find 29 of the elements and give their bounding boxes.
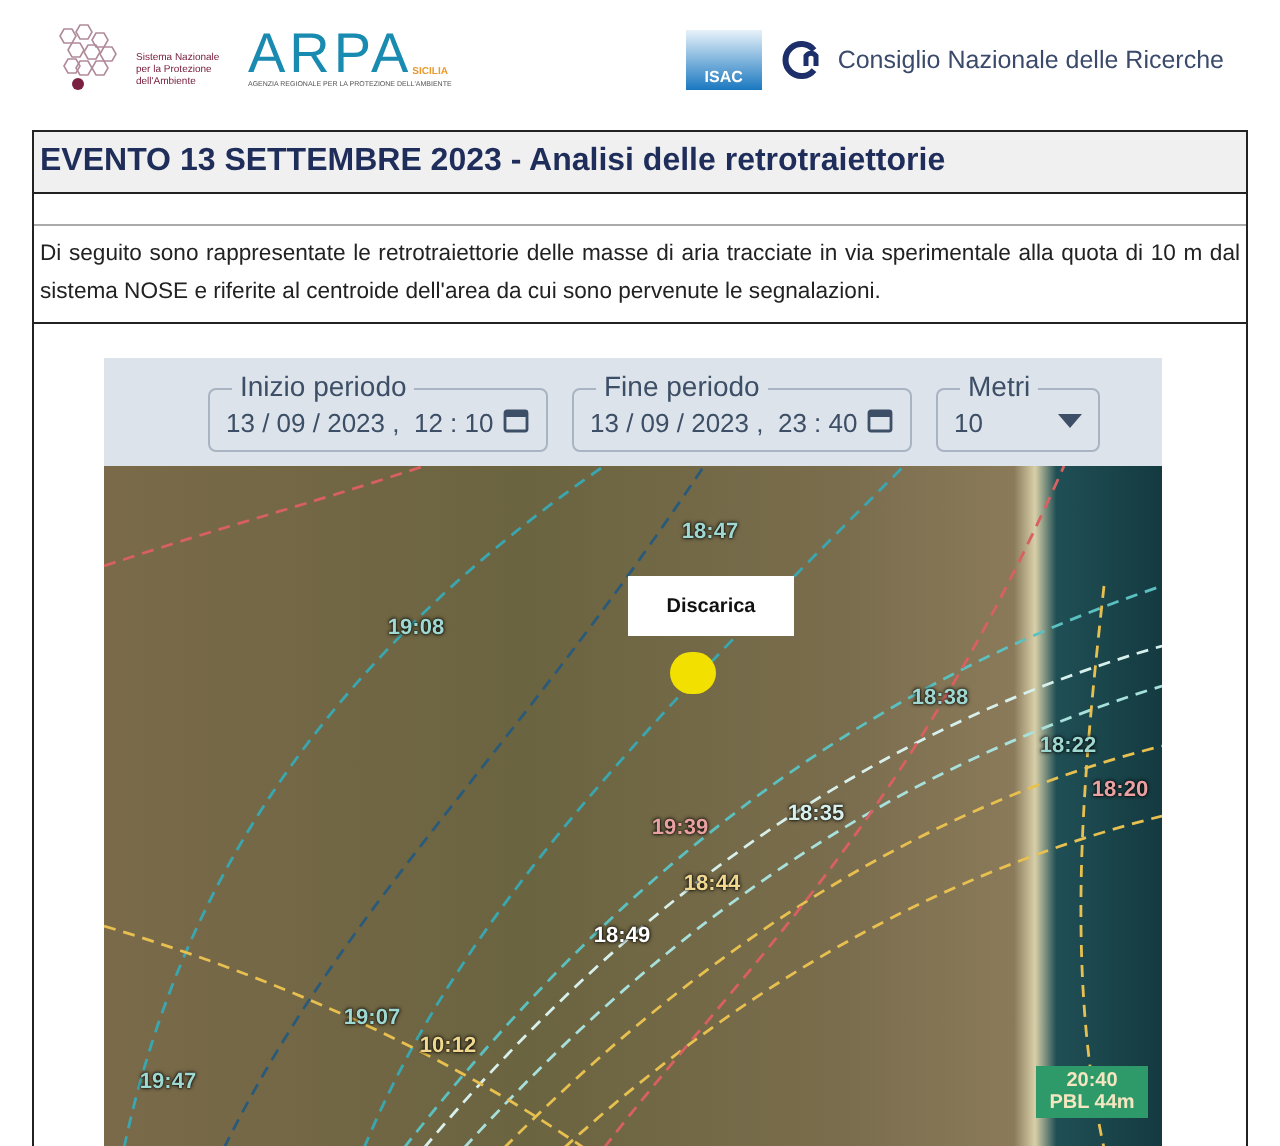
arpa-logo-text: ARPA <box>248 28 413 81</box>
time-label: 18:35 <box>787 799 845 830</box>
time-label: 18:38 <box>911 683 969 714</box>
cnr-name: Consiglio Nazionale delle Ricerche <box>837 43 1224 78</box>
isac-logo-text: ISAC <box>704 66 743 90</box>
field-value: 13 / 09 / 2023 , 23 : 40 <box>590 406 858 443</box>
description-paragraph: Di seguito sono rappresentate le retrotraiettorie delle masse di aria tracciate in via sperimentale alla quota di 10 m dal sistema NOSE e riferite al centroide dell'area da cui sono pervenute le segnalazioni. <box>40 240 1240 308</box>
cnr-logo-icon <box>777 38 822 82</box>
time-label: 18:49 <box>593 921 651 952</box>
calendar-icon[interactable] <box>502 406 530 434</box>
field-label: Inizio periodo <box>232 370 415 402</box>
time-label: 18:47 <box>681 517 739 548</box>
field-label: Fine periodo <box>596 370 768 402</box>
time-label: 19:08 <box>387 613 445 644</box>
time-label: 10:12 <box>419 1031 477 1062</box>
time-label: 19:39 <box>651 813 709 844</box>
calendar-icon[interactable] <box>866 406 894 434</box>
time-label: 18:20 <box>1091 775 1149 806</box>
marker-label: Discarica <box>628 576 794 636</box>
dropdown-caret-icon[interactable] <box>1058 413 1082 427</box>
document-title: EVENTO 13 SETTEMBRE 2023 - Analisi delle retrotraiettorie <box>40 142 946 182</box>
field-label: Metri <box>960 370 1039 402</box>
time-label: 18:44 <box>683 869 741 900</box>
field-value: 13 / 09 / 2023 , 12 : 10 <box>226 406 494 443</box>
time-label: 19:07 <box>343 1003 401 1034</box>
pbl-badge-line: PBL 44m <box>1049 1092 1135 1114</box>
field-value: 10 <box>954 406 985 443</box>
time-label: 19:47 <box>139 1067 197 1098</box>
pbl-badge-line: 20:40 <box>1066 1070 1118 1092</box>
